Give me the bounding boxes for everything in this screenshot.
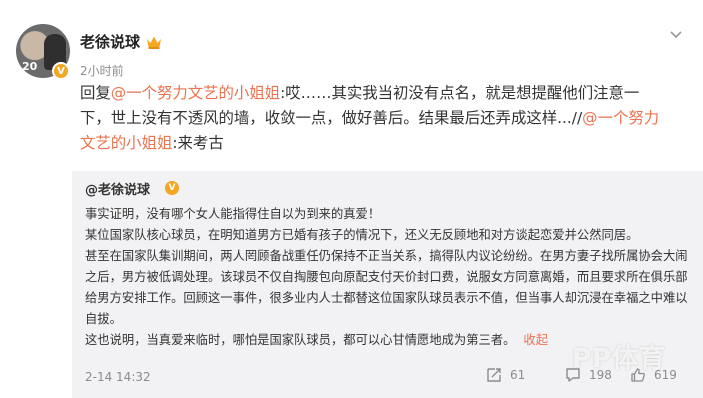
weibo-post-card: 20 V 老徐说球 2小时前 回复@一个努力文艺的小姐姐:哎……其实我当初没有点…	[0, 0, 703, 398]
quoted-paragraph: 某位国家队核心球员，在明知道男方已婚有孩子的情况下，还义无反顾地和对方谈起恋爱并…	[85, 228, 639, 242]
collapse-link[interactable]: 收起	[523, 333, 548, 347]
mention-link[interactable]: @一个努力文艺的小姐姐	[111, 84, 280, 102]
avatar-jersey-number: 20	[22, 60, 38, 73]
share-count: 61	[510, 368, 526, 382]
quoted-verified-icon: V	[165, 181, 179, 195]
post-text: 回复@一个努力文艺的小姐姐:哎……其实我当初没有点名，就是想提醒他们注意一下，世…	[80, 81, 670, 156]
quoted-last-line: 这也说明，当真爱来临时，哪怕是国家队球员，都可以心甘情愿地成为第三者。	[85, 333, 516, 347]
chevron-down-icon[interactable]	[668, 26, 684, 42]
quoted-author-name[interactable]: @老徐说球	[85, 179, 150, 198]
verified-icon: V	[52, 62, 70, 80]
post-body-tail: :来考古	[172, 134, 224, 152]
quoted-time[interactable]: 2-14 14:32	[85, 370, 151, 384]
quoted-paragraph: 事实证明，没有哪个女人能指得住自以为到来的真爱！	[85, 207, 381, 221]
crown-icon[interactable]	[146, 35, 162, 49]
quoted-text: 事实证明，没有哪个女人能指得住自以为到来的真爱！ 某位国家队核心球员，在明知道男…	[85, 204, 697, 351]
reply-prefix: 回复	[80, 84, 111, 102]
share-icon	[487, 368, 501, 382]
post-time[interactable]: 2小时前	[80, 62, 124, 79]
share-button[interactable]: 61	[486, 367, 525, 383]
watermark-logo: PP体育	[572, 344, 667, 374]
post-author-name[interactable]: 老徐说球	[80, 31, 140, 52]
quoted-paragraph: 甚至在国家队集训期间，两人罔顾备战重任仍保持不正当关系，搞得队内议论纷纷。在男方…	[85, 249, 688, 326]
